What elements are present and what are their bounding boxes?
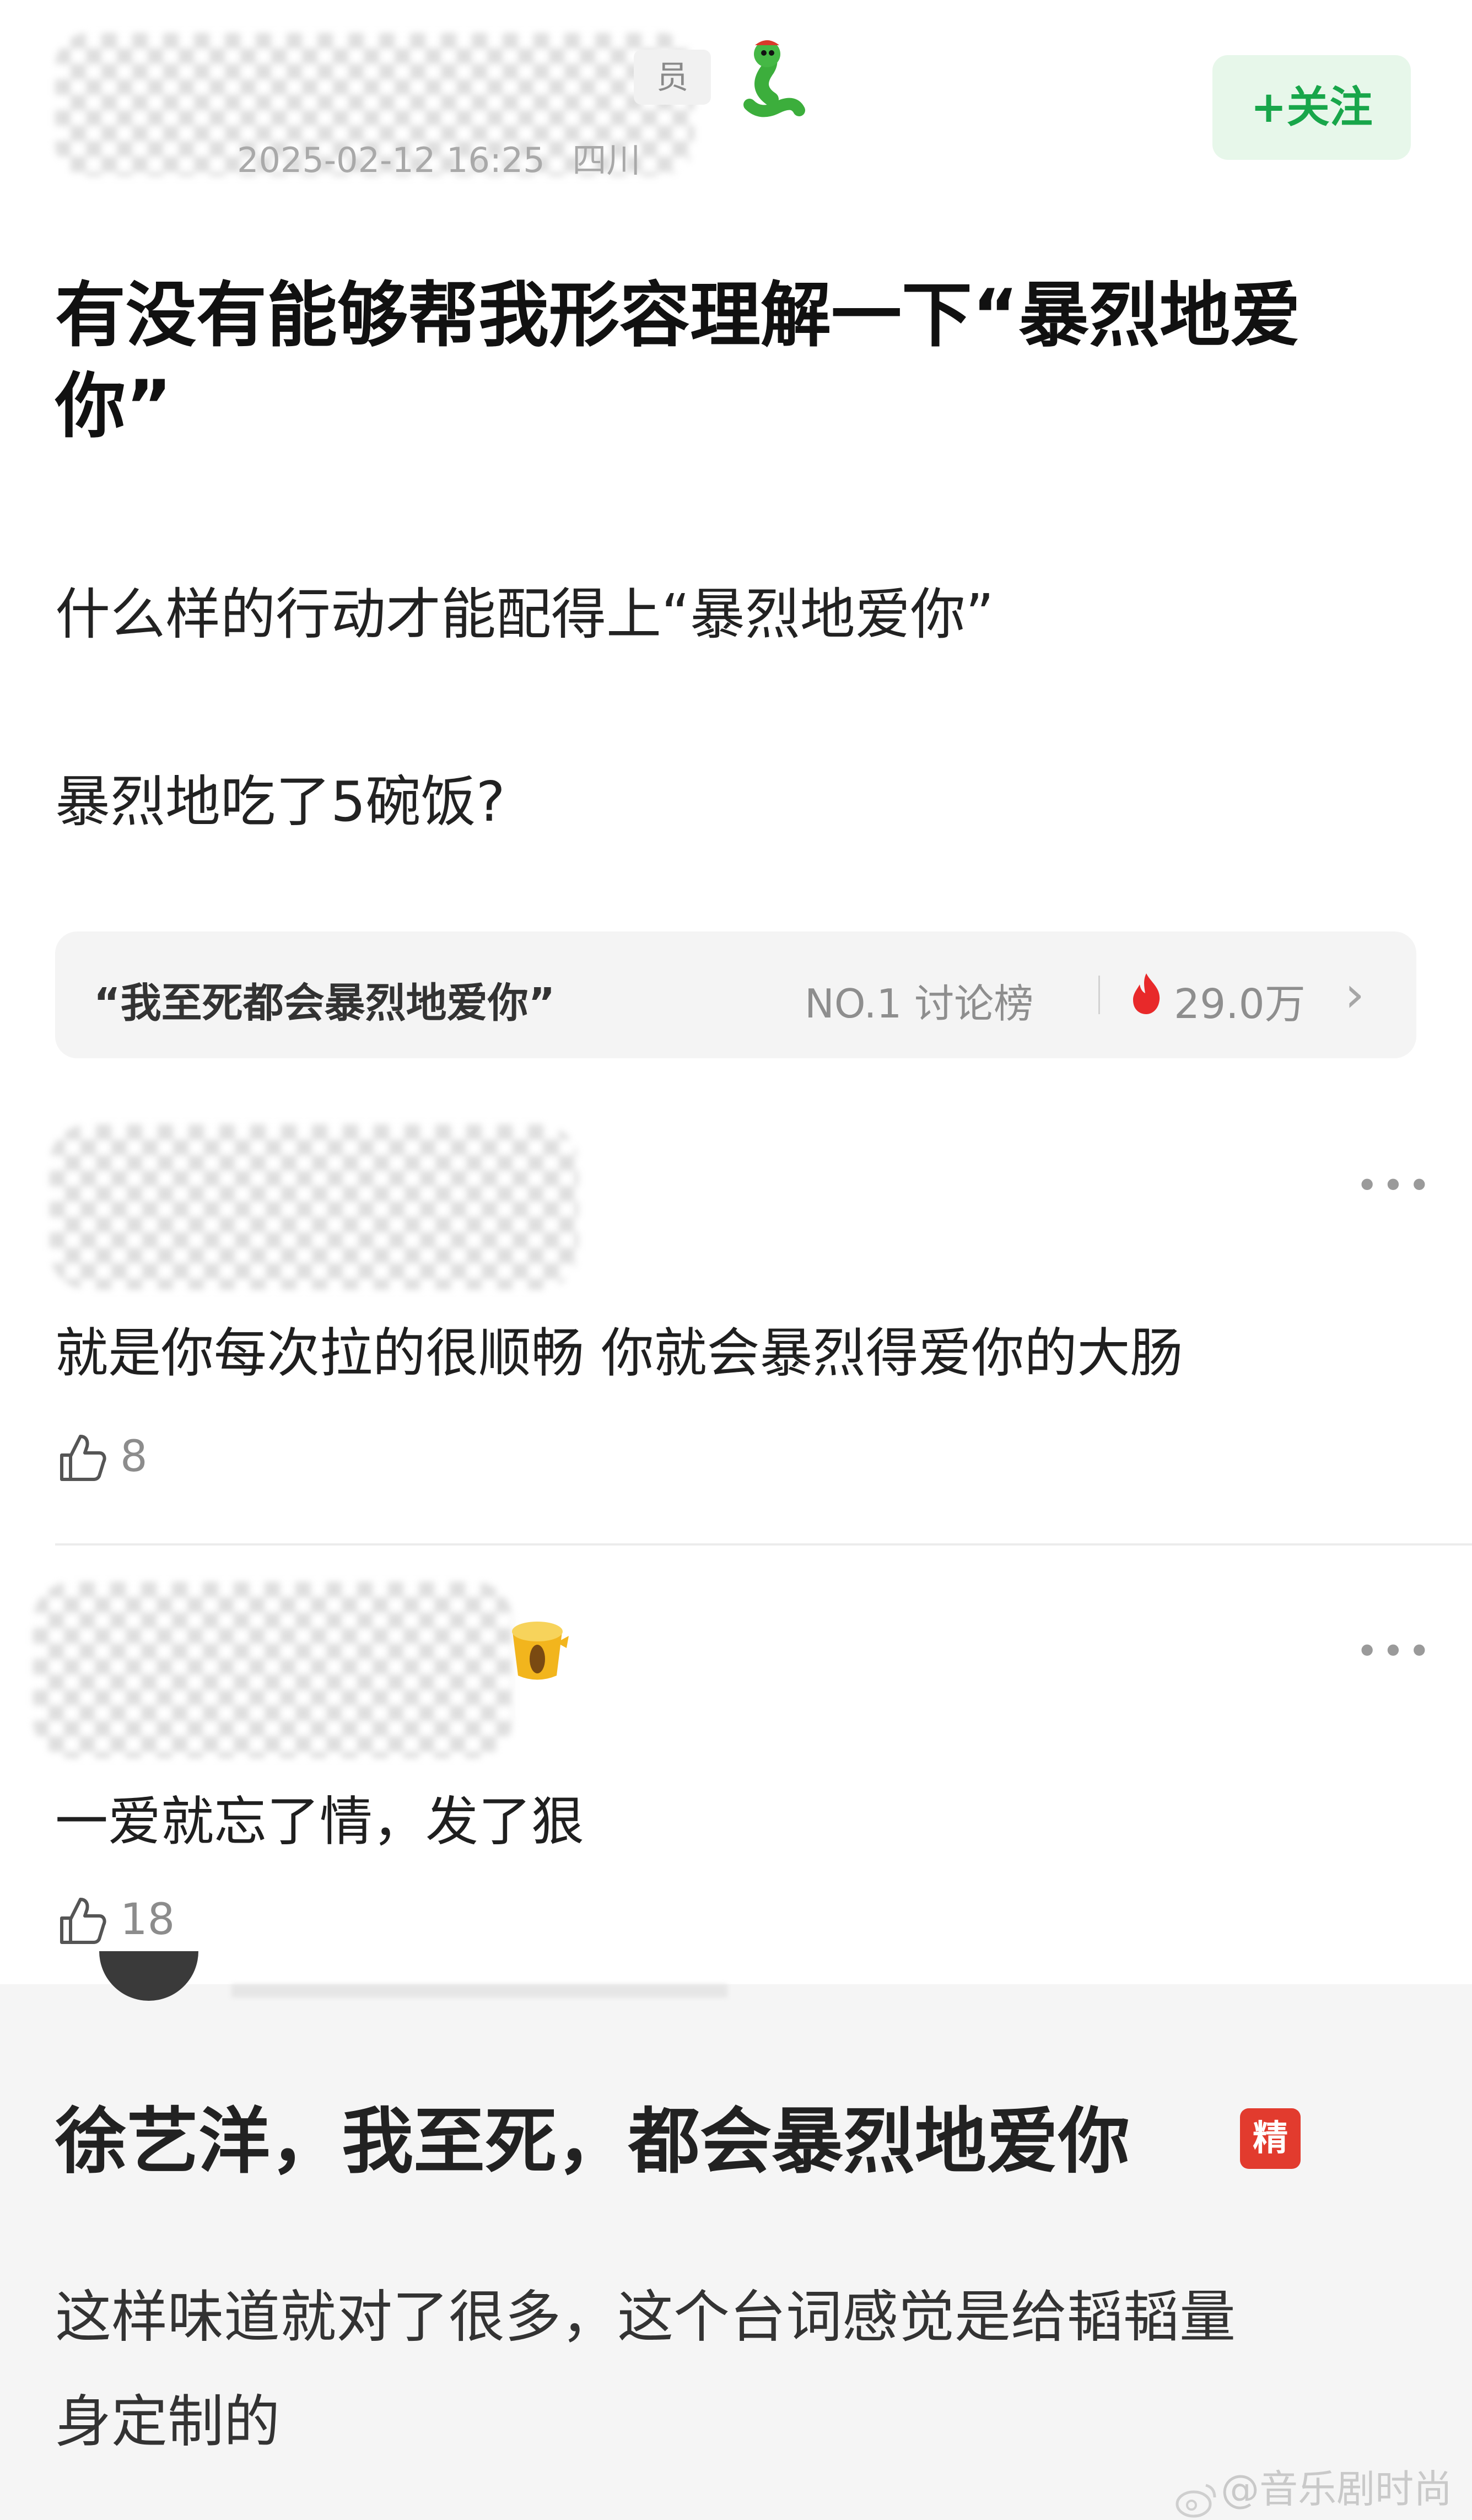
follow-label: 关注 [1286, 83, 1373, 132]
thumbs-up-icon [60, 1898, 106, 1944]
hot-topic-rank: NO.1 讨论榜 [805, 981, 1034, 1027]
comment-2-like-count: 18 [120, 1895, 175, 1945]
comment-1-more-icon[interactable]: ••• [1356, 1163, 1434, 1208]
comment-2-text: 一爱就忘了情，发了狠 [55, 1791, 584, 1853]
fire-icon [1130, 971, 1163, 1015]
comment-2-like[interactable]: 18 [55, 1891, 231, 1951]
member-badge: 员 [634, 50, 711, 105]
post-paragraph-1: 什么样的行动才能配得上“暴烈地爱你” [55, 582, 994, 647]
post-timestamp: 2025-02-12 16:25 [237, 140, 545, 180]
featured-badge: 精 [1240, 2108, 1301, 2169]
embedded-avatar-fragment [99, 1951, 198, 2001]
hot-topic-bar[interactable]: “我至死都会暴烈地爱你” NO.1 讨论榜 29.0万 › [55, 931, 1416, 1058]
comment-divider [55, 1543, 1472, 1546]
hot-topic-quote: “我至死都会暴烈地爱你” [94, 979, 556, 1027]
commenter-2-avatar-blurred[interactable] [33, 1582, 513, 1758]
commenter-1-avatar-blurred[interactable] [50, 1124, 579, 1290]
hot-topic-heat: 29.0万 [1174, 981, 1306, 1028]
chevron-right-icon: › [1345, 966, 1365, 1024]
embedded-username-fragment [231, 1984, 727, 1997]
embedded-post-body-line-2: 身定制的 [55, 2389, 280, 2455]
comment-1-like[interactable]: 8 [55, 1428, 220, 1488]
embedded-post-body-line-1: 这样味道就对了很多，这个台词感觉是给韬韬量 [55, 2285, 1236, 2350]
weibo-watermark: @音乐剧时尚 [1174, 2458, 1452, 2519]
follow-button[interactable]: +关注 [1212, 55, 1411, 160]
post-title: 有没有能够帮我形容理解一下“暴烈地爱你” [55, 274, 1301, 448]
comment-1-like-count: 8 [120, 1432, 148, 1482]
post-meta: 2025-02-12 16:25 四川 [237, 132, 640, 182]
watermark-text: @音乐剧时尚 [1221, 2467, 1453, 2512]
comment-1-text: 就是你每次拉的很顺畅 你就会暴烈得爱你的大肠 [55, 1322, 1183, 1384]
post-paragraph-2: 暴烈地吃了5碗饭? [55, 769, 505, 834]
weibo-logo-icon [1176, 2484, 1216, 2517]
comment-2-more-icon[interactable]: ••• [1356, 1629, 1434, 1674]
tree-stump-icon [502, 1609, 573, 1687]
embedded-post-title: 徐艺洋，我至死，都会暴烈地爱你 [55, 2099, 1130, 2183]
post-location: 四川 [572, 140, 641, 180]
hot-topic-separator [1098, 976, 1100, 1014]
snake-emoji-icon [733, 39, 816, 121]
embedded-post-screenshot: 徐艺洋，我至死，都会暴烈地爱你 精 这样味道就对了很多，这个台词感觉是给韬韬量 … [0, 1951, 1472, 2520]
thumbs-up-icon [60, 1435, 106, 1481]
plus-icon: + [1250, 83, 1287, 132]
